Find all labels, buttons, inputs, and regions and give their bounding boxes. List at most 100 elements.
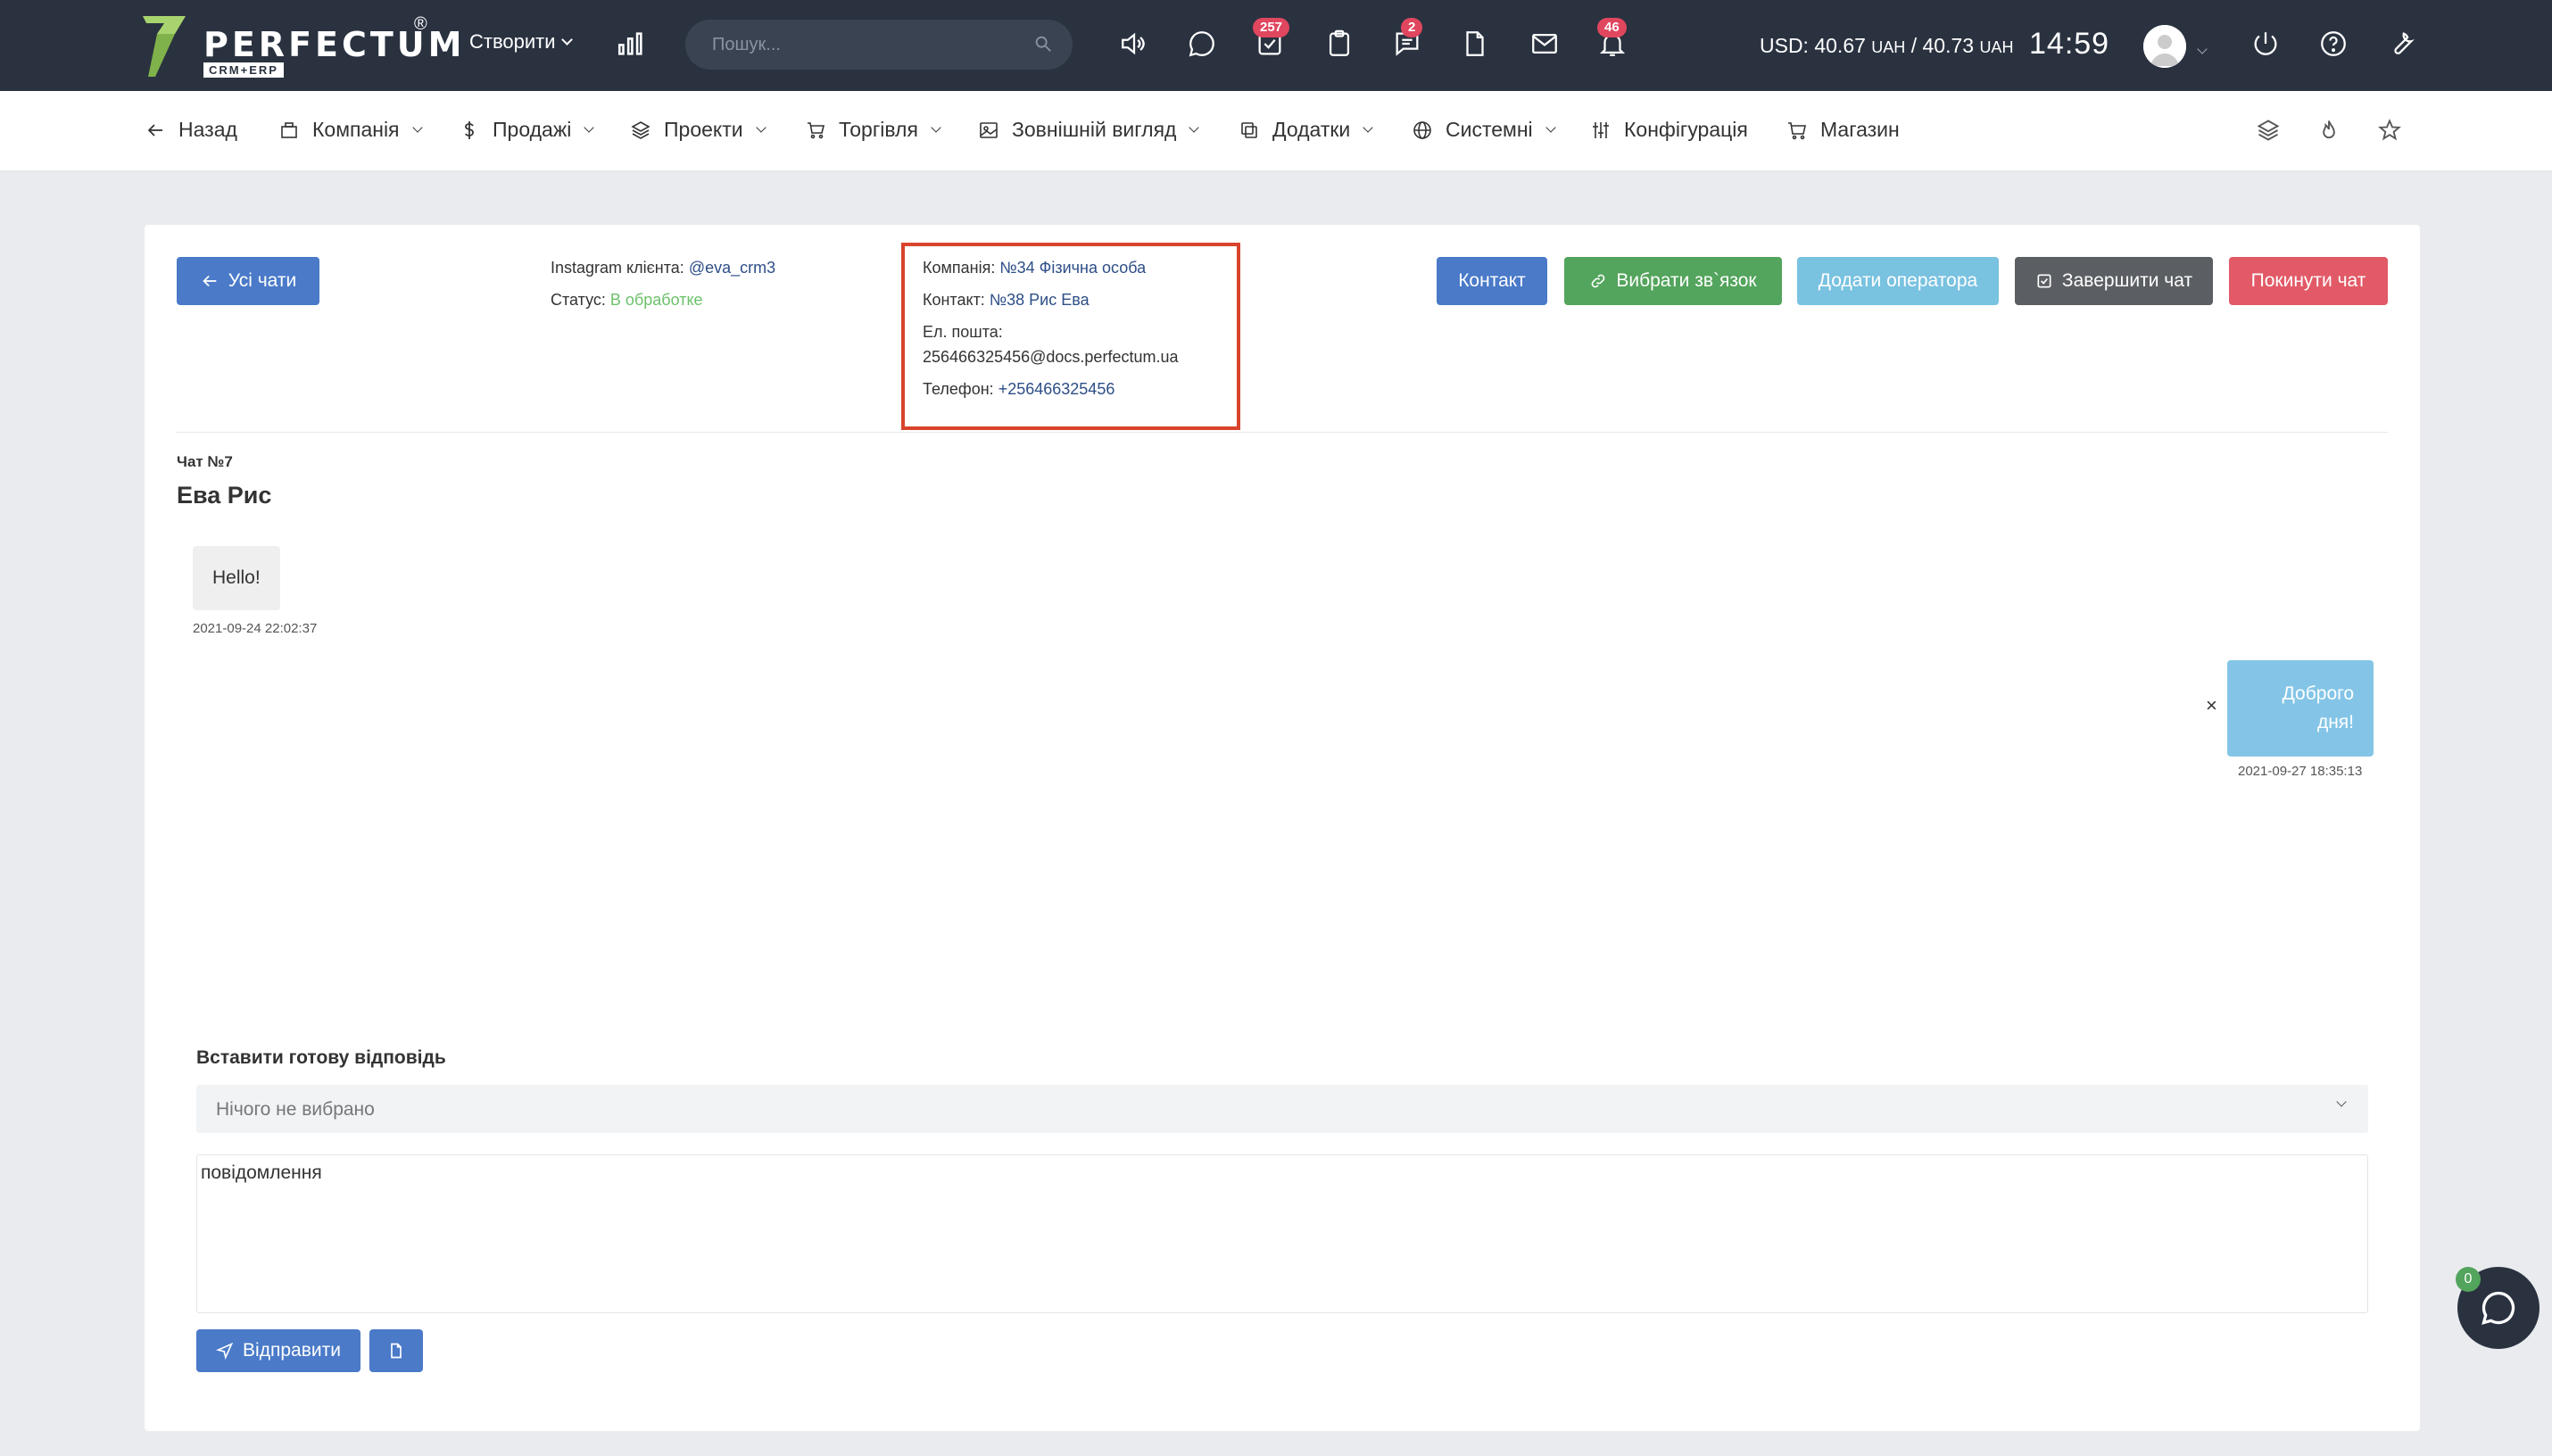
chat-widget-badge: 0: [2456, 1267, 2481, 1292]
mail-icon[interactable]: [1529, 29, 1560, 59]
reply-template-select[interactable]: Нічого не вибрано: [196, 1085, 2368, 1133]
choose-link-button[interactable]: Вибрати зв`язок: [1564, 257, 1782, 305]
email-label: Ел. пошта:: [923, 323, 1003, 341]
layers-icon: [631, 120, 650, 139]
delete-message-icon[interactable]: ×: [2206, 694, 2217, 717]
create-menu-button[interactable]: Створити: [469, 30, 573, 54]
dollar-icon: [465, 120, 474, 139]
all-chats-button[interactable]: Усі чати: [177, 257, 319, 305]
send-button[interactable]: Відправити: [196, 1329, 360, 1372]
file-icon[interactable]: [1460, 29, 1490, 59]
chat-title: Ева Рис: [177, 482, 272, 509]
search-icon[interactable]: [1033, 34, 1053, 54]
currency-value-1: 40.67: [1814, 34, 1866, 57]
nav-item-label: Проекти: [664, 118, 743, 141]
avatar[interactable]: [2143, 25, 2186, 68]
company-link[interactable]: №34 Фізична особа: [999, 259, 1146, 277]
speaker-icon[interactable]: [1119, 29, 1149, 59]
bell-icon[interactable]: 46: [1597, 18, 1628, 59]
chat-bubble-icon: [2482, 1291, 2515, 1325]
globe-icon: [1413, 120, 1431, 139]
messages-icon[interactable]: 2: [1392, 18, 1423, 59]
copy-icon: [1241, 121, 1257, 138]
main-nav: Назад Компанія Продажі Проекти Торгівля …: [0, 91, 2552, 171]
image-icon: [980, 121, 998, 138]
logo-mark-icon: [143, 16, 186, 77]
create-label: Створити: [469, 30, 556, 53]
fire-icon[interactable]: [2316, 118, 2341, 143]
currency-value-2: 40.73: [1922, 34, 1975, 57]
finish-chat-button[interactable]: Завершити чат: [2015, 257, 2213, 305]
currency-rate: USD: 40.67 UAH / 40.73 UAH: [1760, 34, 2013, 58]
contact-button[interactable]: Контакт: [1437, 257, 1547, 305]
status-label: Статус:: [551, 291, 606, 309]
cart-icon: [808, 121, 825, 138]
chat-number: Чат №7: [177, 453, 233, 470]
avatar-chevron-icon[interactable]: [2197, 41, 2208, 57]
status-info: Статус: В обработке: [551, 291, 703, 310]
messages-badge: 2: [1401, 18, 1423, 37]
currency-separator: /: [1910, 34, 1918, 57]
chat-bubble-icon[interactable]: [1187, 29, 1217, 59]
nav-item-label: Зовнішній вигляд: [1012, 118, 1177, 141]
search-input[interactable]: [685, 20, 1073, 70]
clipboard-icon[interactable]: [1324, 29, 1355, 59]
sliders-icon: [1593, 121, 1609, 138]
nav-item-label: Компанія: [312, 118, 400, 141]
notifications-badge: 46: [1597, 18, 1627, 37]
header-divider: [177, 432, 2388, 433]
message-outgoing: Доброго дня!: [2227, 660, 2374, 757]
nav-item-label: Продажі: [493, 118, 572, 141]
nav-item-trade[interactable]: Торгівля: [805, 118, 941, 142]
nav-item-configuration[interactable]: Конфігурація: [1590, 118, 1748, 142]
message-input[interactable]: [196, 1154, 2368, 1313]
star-icon[interactable]: [2377, 118, 2402, 143]
nav-item-label: Додатки: [1272, 118, 1351, 141]
wrench-icon[interactable]: [2386, 29, 2416, 59]
instagram-info: Instagram клієнта: @eva_crm3: [551, 259, 775, 277]
currency-unit-2: UAH: [1979, 38, 2014, 56]
checkbox-icon: [2037, 274, 2051, 288]
leave-chat-button[interactable]: Покинути чат: [2229, 257, 2388, 305]
instagram-label: Instagram клієнта:: [551, 259, 684, 277]
nav-item-shop[interactable]: Магазин: [1786, 118, 1900, 142]
nav-item-company[interactable]: Компанія: [278, 118, 423, 142]
nav-item-projects[interactable]: Проекти: [630, 118, 766, 142]
contact-info: Контакт: №38 Рис Ева: [923, 291, 1090, 310]
clock: 14:59: [2029, 27, 2110, 61]
nav-item-label: Магазин: [1820, 118, 1900, 141]
currency-unit-1: UAH: [1871, 38, 1906, 56]
contact-button-label: Контакт: [1458, 270, 1526, 291]
message-outgoing-time: 2021-09-27 18:35:13: [2238, 764, 2363, 779]
reply-template-label: Вставити готову відповідь: [196, 1047, 446, 1068]
email-link[interactable]: 256466325456@docs.perfectum.ua: [923, 348, 1178, 367]
chevron-down-icon: [1363, 122, 1373, 133]
chevron-down-icon: [560, 34, 573, 46]
layers-toggle-icon[interactable]: [2256, 118, 2281, 143]
add-operator-label: Додати оператора: [1818, 270, 1978, 291]
nav-item-system[interactable]: Системні: [1412, 118, 1556, 142]
arrow-left-icon: [203, 275, 217, 287]
company-label: Компанія:: [923, 259, 996, 277]
attach-file-button[interactable]: [369, 1329, 423, 1372]
top-bar: PERFECTUM ® CRM+ERP Створити 257 2 46: [0, 0, 2552, 91]
arrow-left-icon: [147, 123, 162, 136]
nav-item-sales[interactable]: Продажі: [459, 118, 594, 142]
shop-cart-icon: [1788, 121, 1806, 139]
phone-link[interactable]: +256466325456: [998, 380, 1115, 398]
tasks-icon[interactable]: 257: [1253, 18, 1290, 59]
help-icon[interactable]: [2318, 29, 2349, 59]
bar-chart-icon[interactable]: [616, 29, 646, 59]
phone-label: Телефон:: [923, 380, 994, 398]
instagram-link[interactable]: @eva_crm3: [689, 259, 775, 277]
leave-chat-label: Покинути чат: [2250, 270, 2366, 291]
link-icon: [1591, 274, 1605, 288]
add-operator-button[interactable]: Додати оператора: [1797, 257, 1999, 305]
power-icon[interactable]: [2250, 29, 2281, 59]
contact-link[interactable]: №38 Рис Ева: [990, 291, 1090, 309]
nav-item-appearance[interactable]: Зовнішній вигляд: [978, 118, 1200, 142]
nav-item-addons[interactable]: Додатки: [1239, 118, 1373, 142]
nav-back[interactable]: Назад: [145, 118, 237, 142]
nav-item-label: Торгівля: [839, 118, 918, 141]
finish-chat-label: Завершити чат: [2061, 270, 2193, 291]
